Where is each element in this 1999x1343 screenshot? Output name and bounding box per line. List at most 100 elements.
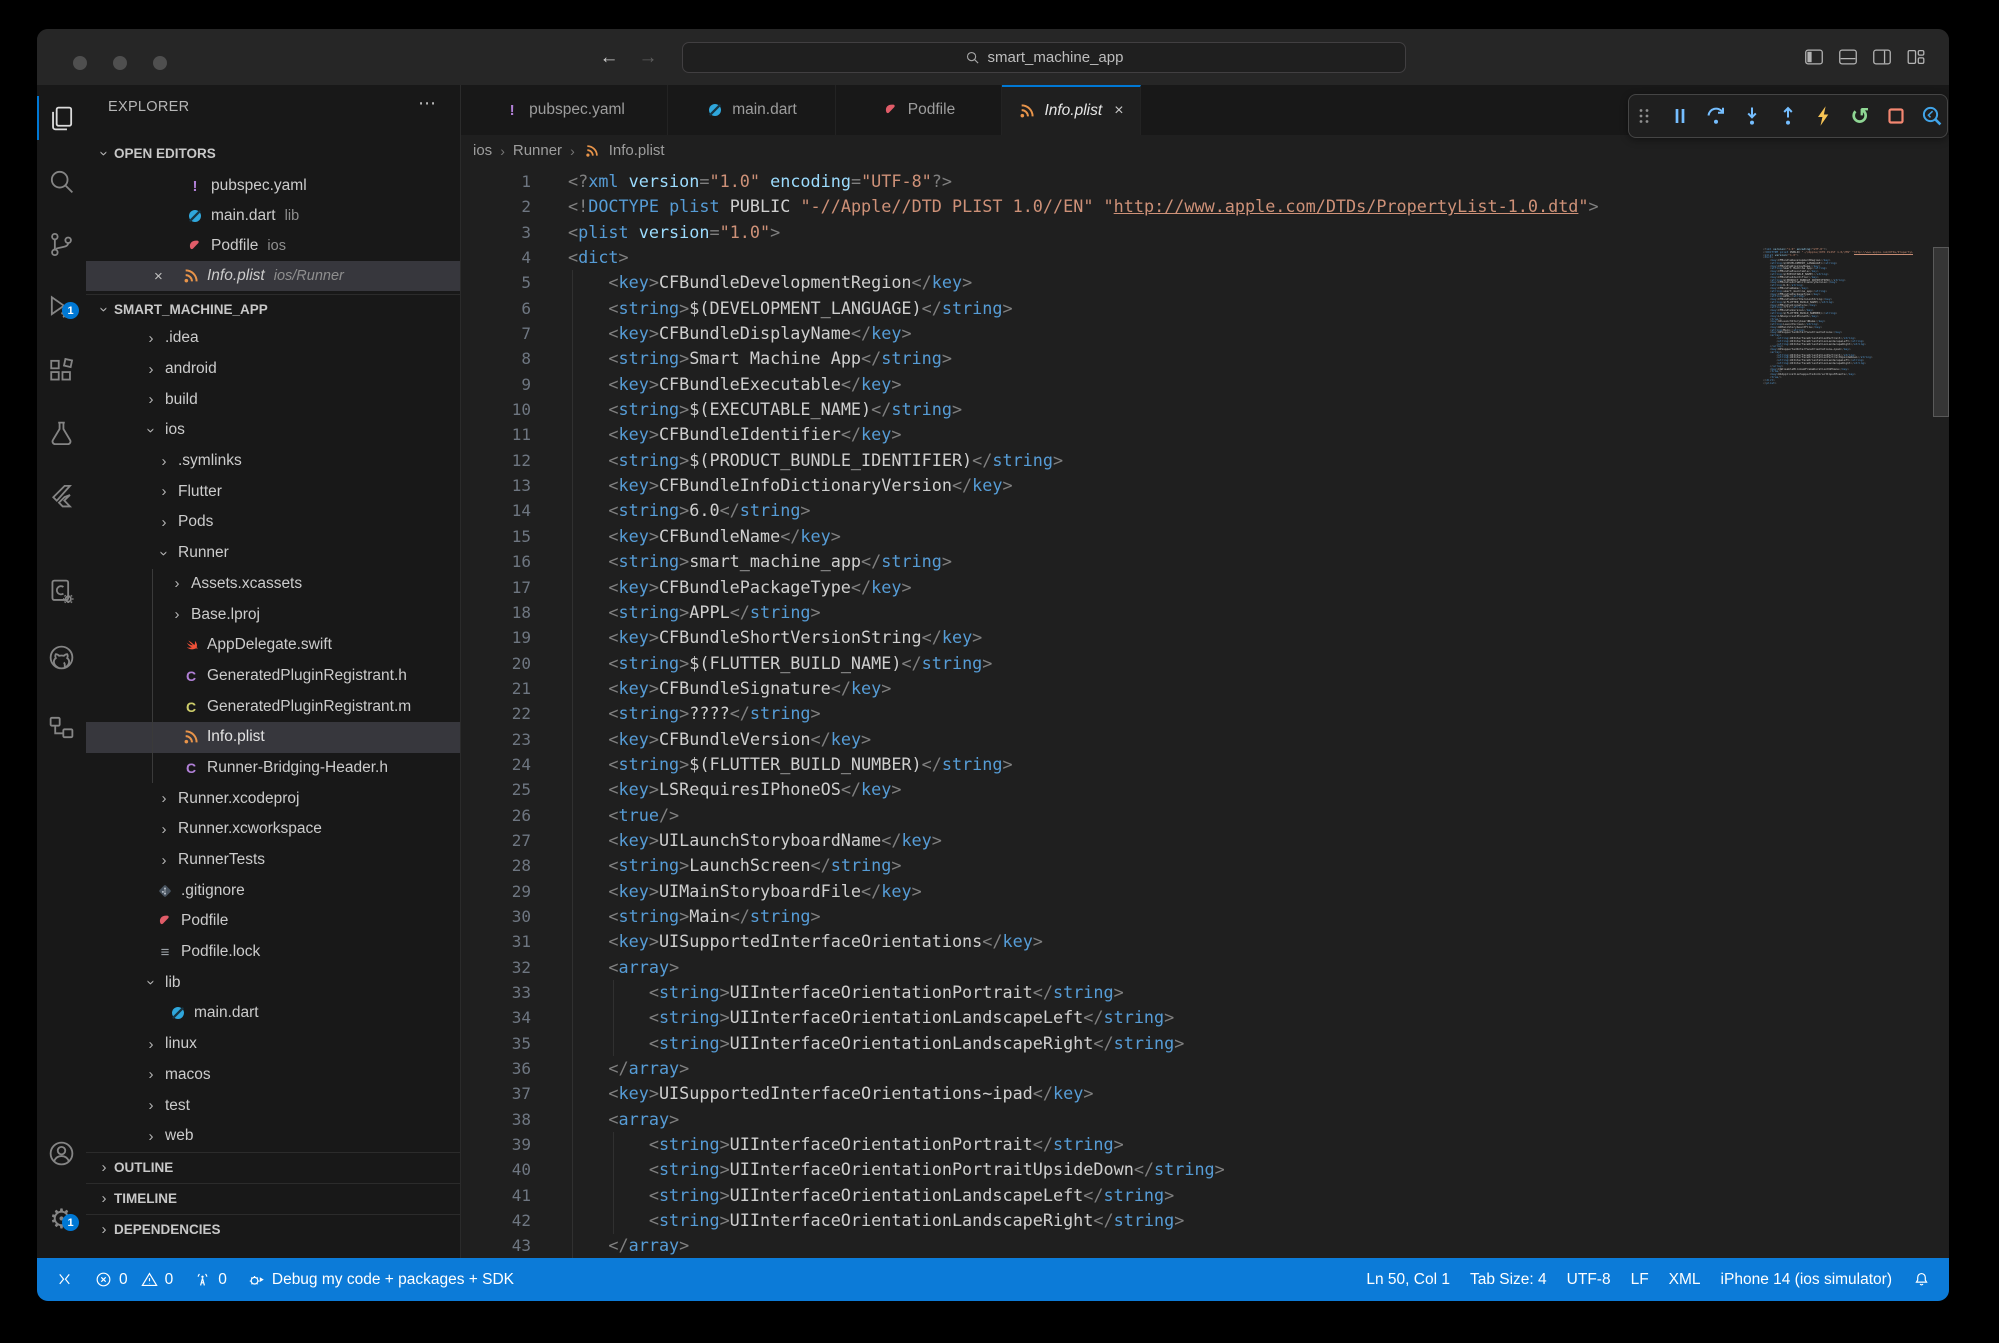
close-icon[interactable]: × [154,268,174,285]
tree-indent-guide [152,569,153,784]
problems-indicator[interactable]: 0 0 [94,1270,173,1289]
tree-item-Podfile.lock[interactable]: ≡Podfile.lock [86,937,460,968]
activity-project-tools-icon[interactable] [37,574,86,608]
sidebar-section-dependencies[interactable]: ›DEPENDENCIES [86,1214,460,1244]
tree-item-GeneratedPluginRegistrant.h[interactable]: CGeneratedPluginRegistrant.h [86,661,460,692]
scrollbar-slider[interactable] [1933,247,1949,417]
code-line-2: <!DOCTYPE plist PUBLIC "-//Apple//DTD PL… [568,194,1761,219]
code-editor[interactable]: 1234567891011121314151617181920212223242… [461,166,1950,1260]
dart-file-icon [186,207,204,225]
close-window-button[interactable] [73,56,87,70]
remote-indicator[interactable] [55,1270,74,1289]
activity-github-icon[interactable] [37,640,86,674]
tree-item-.gitignore[interactable]: .gitignore [86,875,460,906]
encoding-indicator[interactable]: UTF-8 [1567,1271,1611,1289]
tree-item-web[interactable]: ›web [86,1121,460,1152]
activity-search-icon[interactable] [37,164,86,198]
tree-item-ios[interactable]: ›ios [86,415,460,446]
breadcrumb-item-Info.plist[interactable]: Info.plist [609,142,665,159]
dart-file-icon [706,101,724,119]
broadcast-indicator[interactable]: 0 [193,1270,227,1289]
tree-item-linux[interactable]: ›linux [86,1029,460,1060]
tab-main.dart[interactable]: main.dart [668,85,836,135]
tree-item-Info.plist[interactable]: Info.plist [86,722,460,753]
toggle-panel-icon[interactable] [1837,46,1859,68]
activity-accounts-icon[interactable] [37,1136,86,1170]
hot-reload-icon[interactable] [1811,103,1838,130]
open-editor-item-Info.plist[interactable]: ×Info.plistios/Runner [86,261,460,291]
breadcrumb-item-ios[interactable]: ios [473,142,492,159]
close-icon[interactable]: × [1114,102,1123,120]
toggle-secondary-sidebar-icon[interactable] [1871,46,1893,68]
tree-item-Runner[interactable]: ›Runner [86,538,460,569]
step-out-icon[interactable] [1775,103,1802,130]
chevron-right-icon: › [96,1221,112,1238]
notifications-bell[interactable] [1912,1270,1931,1289]
hot-restart-icon[interactable]: ↺ [1847,103,1874,130]
activity-explorer-icon[interactable] [37,101,86,135]
status-right-group: Ln 50, Col 1 Tab Size: 4 UTF-8 LF XML iP… [1366,1258,1931,1301]
tab-size-indicator[interactable]: Tab Size: 4 [1470,1271,1547,1289]
device-selector[interactable]: iPhone 14 (ios simulator) [1721,1271,1892,1289]
open-editor-item-Podfile[interactable]: Podfileios [86,231,460,261]
zoom-window-button[interactable] [153,56,167,70]
eol-indicator[interactable]: LF [1631,1271,1649,1289]
tree-item-build[interactable]: ›build [86,384,460,415]
tree-item-Podfile[interactable]: Podfile [86,906,460,937]
tree-item-RunnerTests[interactable]: ›RunnerTests [86,845,460,876]
stop-icon[interactable] [1883,103,1910,130]
tab-Podfile[interactable]: Podfile [836,85,1002,135]
activity-flutter-icon[interactable] [37,479,86,513]
tree-item-Runner-Bridging-Header.h[interactable]: CRunner-Bridging-Header.h [86,753,460,784]
minimap[interactable]: <?xml version="1.0" encoding="UTF-8"?> <… [1763,248,1913,548]
sidebar-section-outline[interactable]: ›OUTLINE [86,1152,460,1182]
drag-grip-icon[interactable] [1631,103,1658,130]
minimize-window-button[interactable] [113,56,127,70]
tree-item-macos[interactable]: ›macos [86,1060,460,1091]
activity-source-control-icon[interactable] [37,227,86,261]
sidebar-section-timeline[interactable]: ›TIMELINE [86,1183,460,1213]
navigate-forward-button[interactable]: → [635,47,661,69]
tree-item-.idea[interactable]: ›.idea [86,323,460,354]
tree-item-.symlinks[interactable]: ›.symlinks [86,446,460,477]
open-editors-header[interactable]: › OPEN EDITORS [86,138,460,168]
tree-item-label: .idea [165,329,199,347]
sidebar-more-actions-icon[interactable]: ⋯ [418,93,436,114]
tree-item-Pods[interactable]: ›Pods [86,507,460,538]
breadcrumb-item-Runner[interactable]: Runner [513,142,562,159]
project-root-header[interactable]: › SMART_MACHINE_APP [86,294,460,324]
pause-icon[interactable] [1667,103,1694,130]
tree-item-main.dart[interactable]: main.dart [86,998,460,1029]
tree-item-Runner.xcodeproj[interactable]: ›Runner.xcodeproj [86,783,460,814]
tree-item-Base.lproj[interactable]: ›Base.lproj [86,599,460,630]
tree-item-Flutter[interactable]: ›Flutter [86,476,460,507]
activity-testing-icon[interactable] [37,416,86,450]
tree-item-GeneratedPluginRegistrant.m[interactable]: CGeneratedPluginRegistrant.m [86,691,460,722]
tab-pubspec.yaml[interactable]: !pubspec.yaml [461,85,668,135]
open-editor-item-pubspec.yaml[interactable]: !pubspec.yaml [86,171,460,201]
activity-run-and-debug-icon[interactable]: 1 [37,290,86,324]
tree-item-AppDelegate.swift[interactable]: AppDelegate.swift [86,630,460,661]
step-into-icon[interactable] [1739,103,1766,130]
tree-item-Runner.xcworkspace[interactable]: ›Runner.xcworkspace [86,814,460,845]
activity-references-icon[interactable] [37,710,86,744]
customize-layout-icon[interactable] [1905,46,1927,68]
widget-inspector-icon[interactable] [1919,103,1946,130]
activity-extensions-icon[interactable] [37,353,86,387]
tree-item-Assets.xcassets[interactable]: ›Assets.xcassets [86,569,460,600]
debug-configuration[interactable]: Debug my code + packages + SDK [247,1270,514,1289]
tree-item-android[interactable]: ›android [86,354,460,385]
open-editor-item-main.dart[interactable]: main.dartlib [86,201,460,231]
activity-settings-icon[interactable]: ⚙1 [37,1202,86,1236]
tree-item-lib[interactable]: ›lib [86,967,460,998]
cursor-position[interactable]: Ln 50, Col 1 [1366,1271,1450,1289]
step-over-icon[interactable] [1703,103,1730,130]
language-mode-indicator[interactable]: XML [1669,1271,1701,1289]
toggle-primary-sidebar-icon[interactable] [1803,46,1825,68]
editor-area: !pubspec.yamlmain.dartPodfileInfo.plist×… [461,85,1950,1260]
navigate-back-button[interactable]: ← [596,47,622,69]
command-center-search[interactable]: smart_machine_app [682,42,1406,73]
tree-item-test[interactable]: ›test [86,1090,460,1121]
tab-Info.plist[interactable]: Info.plist× [1002,85,1141,135]
editor-scrollbar[interactable] [1931,166,1950,1260]
